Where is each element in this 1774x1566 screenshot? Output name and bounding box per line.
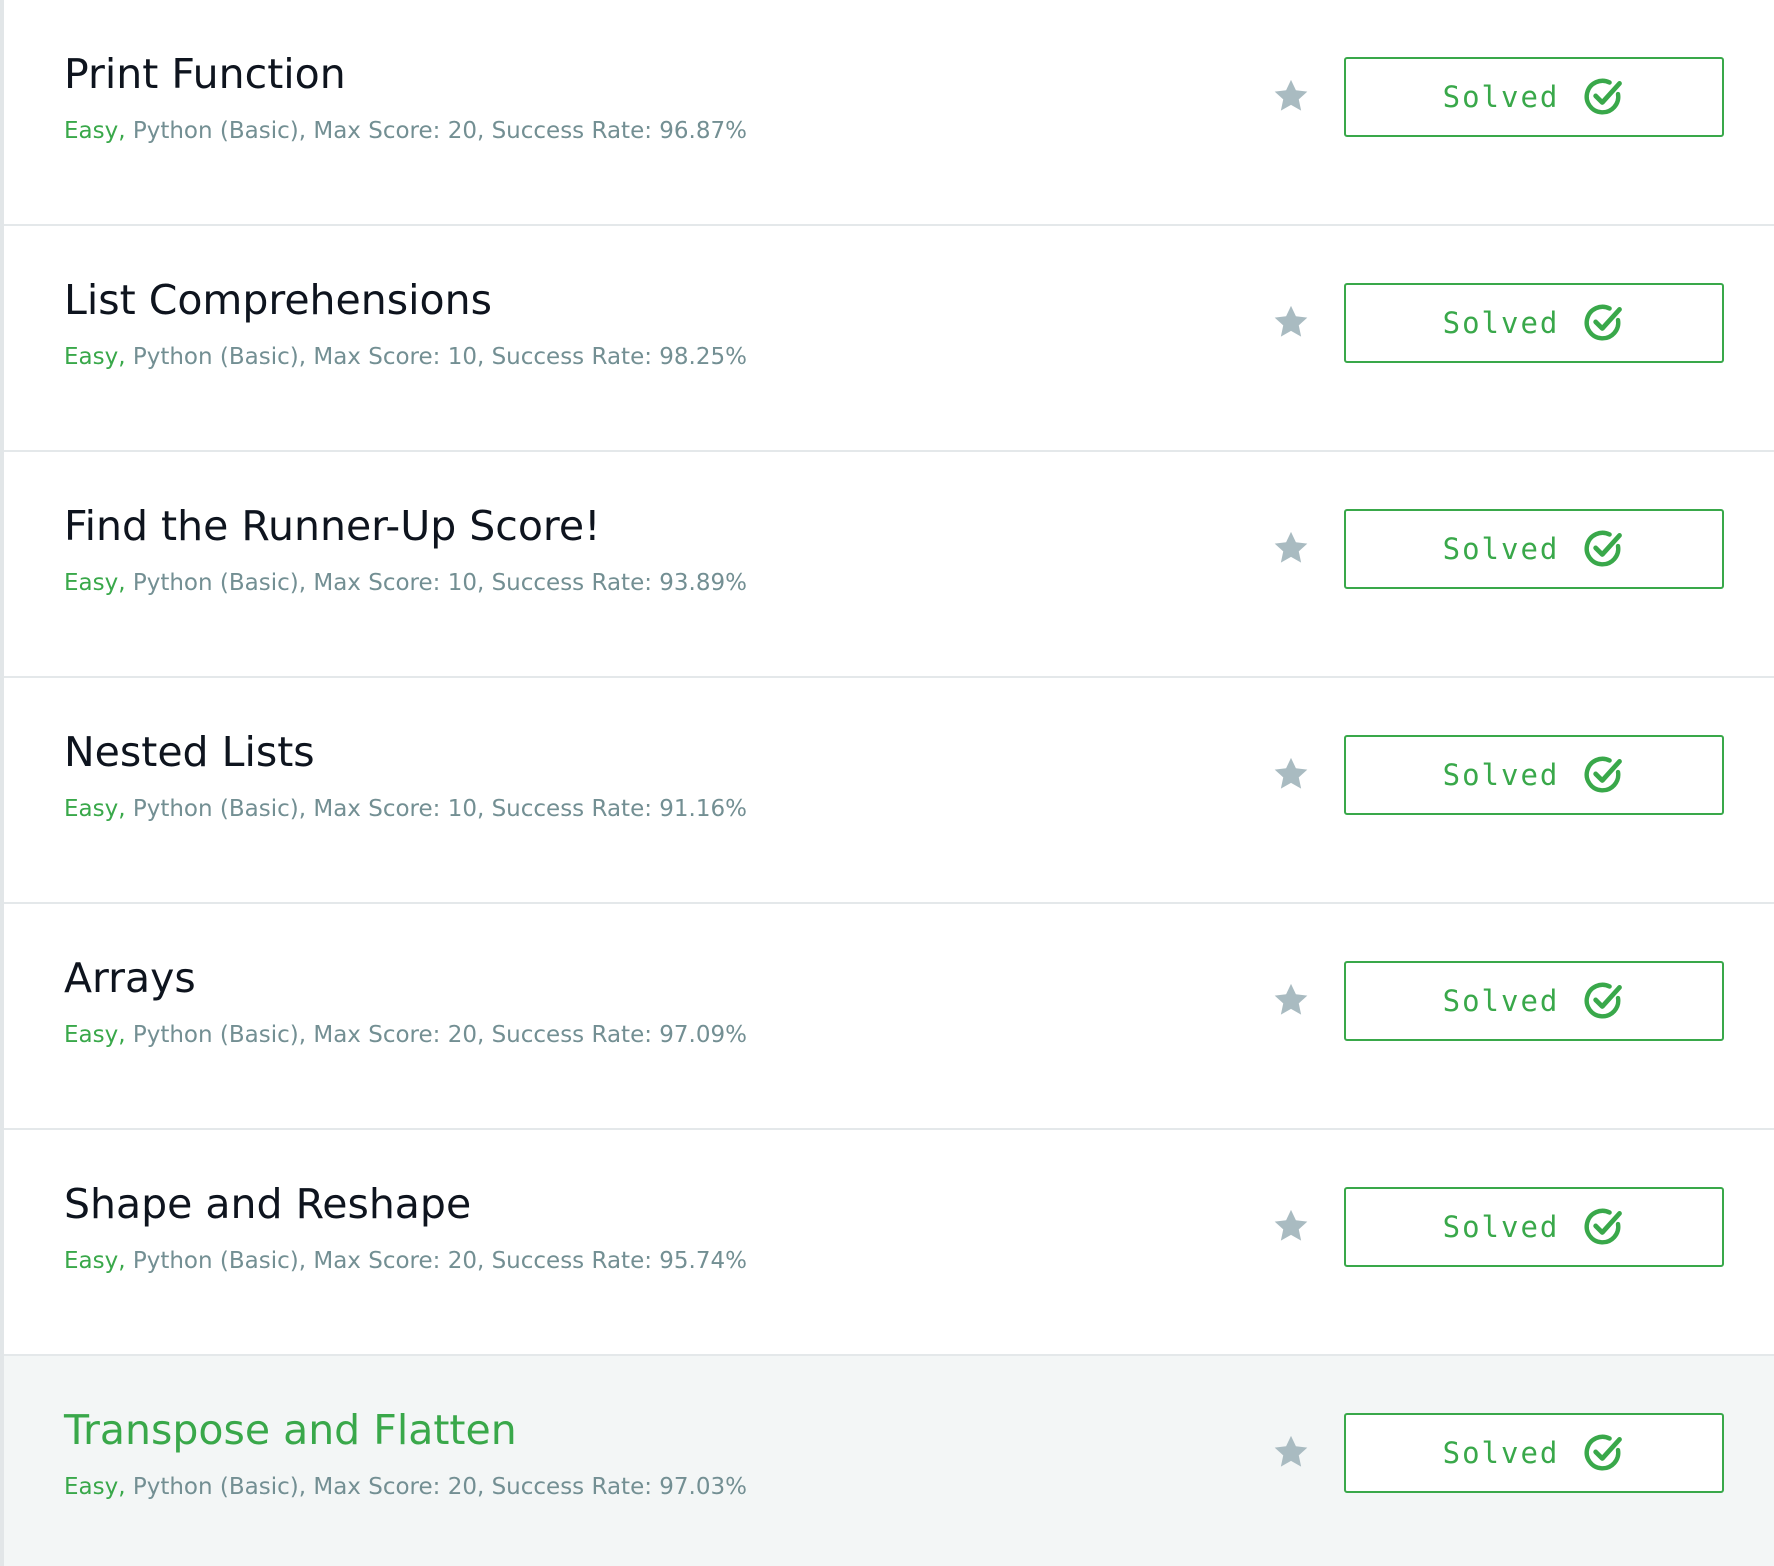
challenge-meta: Easy, Python (Basic), Max Score: 20, Suc… [64,1244,747,1278]
challenge-details: Python (Basic), Max Score: 10, Success R… [125,570,747,596]
check-circle-icon [1581,301,1625,345]
check-circle-icon [1581,979,1625,1023]
challenge-details: Python (Basic), Max Score: 20, Success R… [125,118,747,144]
bookmark-star-button[interactable] [1266,71,1316,121]
challenge-row[interactable]: Find the Runner-Up Score! Easy, Python (… [4,452,1774,678]
solved-label: Solved [1442,80,1560,114]
challenge-meta: Easy, Python (Basic), Max Score: 20, Suc… [64,1018,747,1052]
bookmark-star-button[interactable] [1266,297,1316,347]
solved-label: Solved [1442,758,1560,792]
star-icon [1272,529,1310,567]
challenge-meta: Easy, Python (Basic), Max Score: 10, Suc… [64,792,747,826]
star-icon [1272,77,1310,115]
challenge-title[interactable]: Print Function [64,44,346,104]
solved-button[interactable]: Solved [1344,509,1724,589]
bookmark-star-button[interactable] [1266,1427,1316,1477]
check-circle-icon [1581,75,1625,119]
challenge-row[interactable]: Nested Lists Easy, Python (Basic), Max S… [4,678,1774,904]
difficulty-label: Easy, [64,118,126,144]
challenge-title[interactable]: List Comprehensions [64,270,492,330]
star-icon [1272,755,1310,793]
solved-label: Solved [1442,532,1560,566]
solved-button[interactable]: Solved [1344,57,1724,137]
difficulty-label: Easy, [64,1022,126,1048]
challenge-row[interactable]: Transpose and Flatten Easy, Python (Basi… [4,1356,1774,1566]
bookmark-star-button[interactable] [1266,975,1316,1025]
star-icon [1272,303,1310,341]
challenge-row[interactable]: Print Function Easy, Python (Basic), Max… [4,0,1774,226]
star-icon [1272,1207,1310,1245]
challenge-title[interactable]: Transpose and Flatten [64,1400,517,1460]
solved-button[interactable]: Solved [1344,1413,1724,1493]
bookmark-star-button[interactable] [1266,1201,1316,1251]
challenge-meta: Easy, Python (Basic), Max Score: 20, Suc… [64,1470,747,1504]
solved-button[interactable]: Solved [1344,961,1724,1041]
challenge-details: Python (Basic), Max Score: 20, Success R… [125,1022,747,1048]
challenge-row[interactable]: Arrays Easy, Python (Basic), Max Score: … [4,904,1774,1130]
challenge-list: Print Function Easy, Python (Basic), Max… [4,0,1774,1566]
difficulty-label: Easy, [64,796,126,822]
challenge-title[interactable]: Shape and Reshape [64,1174,471,1234]
challenge-details: Python (Basic), Max Score: 10, Success R… [125,344,747,370]
bookmark-star-button[interactable] [1266,749,1316,799]
check-circle-icon [1581,753,1625,797]
check-circle-icon [1581,1431,1625,1475]
bookmark-star-button[interactable] [1266,523,1316,573]
challenge-title[interactable]: Find the Runner-Up Score! [64,496,601,556]
difficulty-label: Easy, [64,570,126,596]
challenge-row[interactable]: Shape and Reshape Easy, Python (Basic), … [4,1130,1774,1356]
solved-label: Solved [1442,1210,1560,1244]
solved-button[interactable]: Solved [1344,1187,1724,1267]
challenge-details: Python (Basic), Max Score: 20, Success R… [125,1248,747,1274]
challenge-details: Python (Basic), Max Score: 10, Success R… [125,796,747,822]
challenge-meta: Easy, Python (Basic), Max Score: 10, Suc… [64,566,747,600]
solved-label: Solved [1442,1436,1560,1470]
solved-label: Solved [1442,306,1560,340]
challenge-title[interactable]: Nested Lists [64,722,315,782]
difficulty-label: Easy, [64,1474,126,1500]
challenge-title[interactable]: Arrays [64,948,196,1008]
challenge-row[interactable]: List Comprehensions Easy, Python (Basic)… [4,226,1774,452]
check-circle-icon [1581,1205,1625,1249]
star-icon [1272,1433,1310,1471]
solved-button[interactable]: Solved [1344,283,1724,363]
challenge-meta: Easy, Python (Basic), Max Score: 20, Suc… [64,114,747,148]
difficulty-label: Easy, [64,344,126,370]
difficulty-label: Easy, [64,1248,126,1274]
star-icon [1272,981,1310,1019]
challenge-meta: Easy, Python (Basic), Max Score: 10, Suc… [64,340,747,374]
solved-label: Solved [1442,984,1560,1018]
check-circle-icon [1581,527,1625,571]
solved-button[interactable]: Solved [1344,735,1724,815]
challenge-list-page: Print Function Easy, Python (Basic), Max… [0,0,1774,1566]
challenge-details: Python (Basic), Max Score: 20, Success R… [125,1474,747,1500]
